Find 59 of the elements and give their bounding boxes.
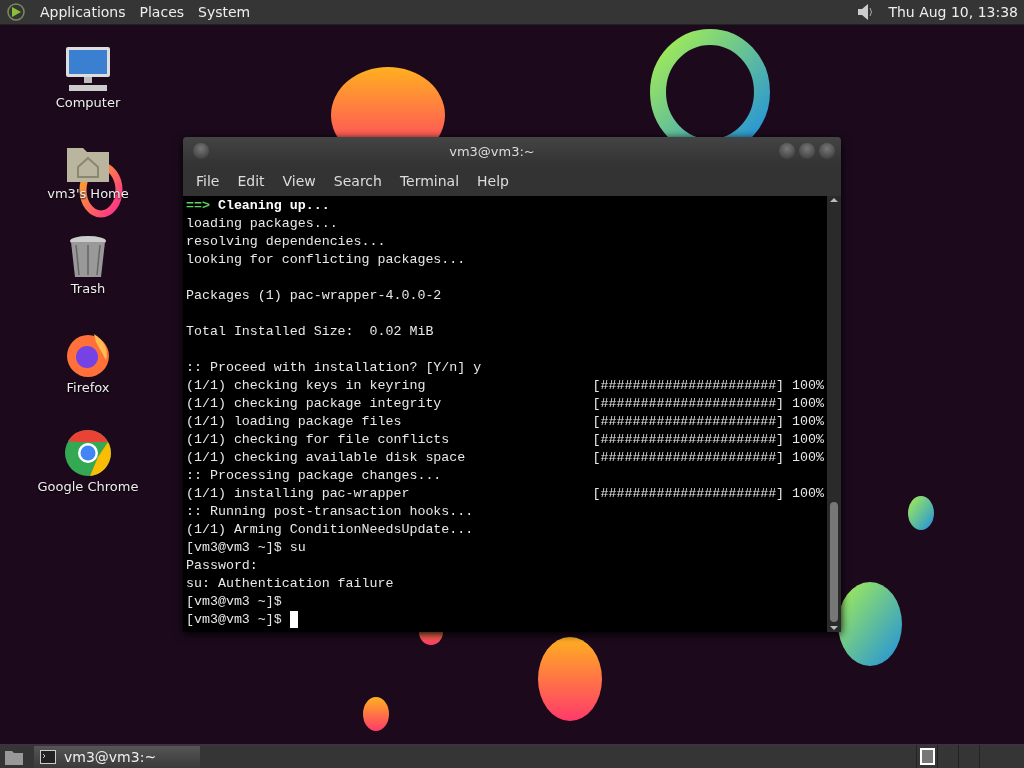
terminal-line: (1/1) checking available disk space: [186, 449, 467, 467]
progress-text: [######################] 100%: [592, 377, 824, 395]
terminal-line: Packages (1) pac-wrapper-4.0.0-2: [186, 287, 442, 305]
terminal-line: (1/1) installing pac-wrapper: [186, 485, 411, 503]
close-button[interactable]: [819, 143, 835, 159]
menu-item[interactable]: View: [273, 172, 325, 189]
terminal-line: su: Authentication failure: [186, 575, 394, 593]
speaker-icon[interactable]: [856, 2, 875, 22]
arrow-text: ==>: [186, 197, 210, 215]
terminal-line: Password:: [186, 557, 258, 575]
scrollbar[interactable]: [827, 196, 841, 632]
terminal-line: Total Installed Size: 0.02 MiB: [186, 323, 434, 341]
menu-item[interactable]: File: [187, 172, 229, 189]
terminal-line: [vm3@vm3 ~]$: [186, 593, 282, 611]
terminal-line: :: Processing package changes...: [186, 467, 442, 485]
terminal-line: (1/1) loading package files: [186, 413, 403, 431]
scroll-down-icon[interactable]: [830, 624, 838, 632]
terminal-line: (1/1) checking package integrity: [186, 395, 443, 413]
terminal-line: [vm3@vm3 ~]$ su: [186, 539, 306, 557]
progress-text: [######################] 100%: [592, 413, 824, 431]
clock[interactable]: Thu Aug 10, 13:38: [888, 4, 1018, 20]
computer-icon: [63, 45, 113, 93]
terminal-line: :: Proceed with installation? [Y/n] y: [186, 359, 482, 377]
menu-item[interactable]: Edit: [228, 172, 274, 189]
cursor: [289, 611, 298, 628]
terminal-icon: [40, 749, 56, 764]
progress-text: [######################] 100%: [592, 431, 824, 449]
chrome-icon: [64, 429, 112, 477]
minimize-button[interactable]: [779, 143, 795, 159]
progress-text: [######################] 100%: [592, 395, 824, 413]
desktop-icon-label[interactable]: Firefox: [66, 380, 110, 395]
desktop-icon-label[interactable]: Google Chrome: [37, 479, 139, 494]
maximize-button[interactable]: [799, 143, 815, 159]
scroll-thumb[interactable]: [830, 502, 838, 622]
terminal-line: Cleaning up...: [216, 197, 330, 215]
desktop-icon-label[interactable]: Trash: [70, 281, 106, 296]
terminal-line: :: Running post-transaction hooks...: [186, 503, 474, 521]
trash-icon: [68, 235, 108, 279]
progress-text: [######################] 100%: [592, 449, 824, 467]
progress-text: [######################] 100%: [592, 485, 824, 503]
terminal-line: (1/1) checking for file conflicts: [186, 431, 451, 449]
desktop-icon-label[interactable]: Computer: [55, 95, 121, 110]
terminal-line: looking for conflicting packages...: [186, 251, 466, 269]
terminal-line: (1/1) checking keys in keyring: [186, 377, 427, 395]
window-title: vm3@vm3:~: [448, 143, 536, 159]
window-menu-button[interactable]: [193, 143, 209, 159]
panel-menu[interactable]: System: [198, 4, 251, 20]
menu-item[interactable]: Terminal: [390, 172, 469, 189]
terminal-line: [vm3@vm3 ~]$: [186, 611, 282, 629]
taskbar-window-button[interactable]: vm3@vm3:~: [34, 745, 200, 768]
terminal-line: resolving dependencies...: [186, 233, 386, 251]
terminal-line: (1/1) Arming ConditionNeedsUpdate...: [186, 521, 474, 539]
panel-menu[interactable]: Places: [139, 4, 185, 20]
menu-item[interactable]: Help: [468, 172, 518, 189]
terminal-line: loading packages...: [186, 215, 338, 233]
window-thumbnail-icon[interactable]: [919, 748, 935, 765]
menu-item[interactable]: Search: [324, 172, 391, 189]
logo-icon[interactable]: [6, 2, 26, 22]
panel-menu[interactable]: Applications: [40, 4, 126, 20]
